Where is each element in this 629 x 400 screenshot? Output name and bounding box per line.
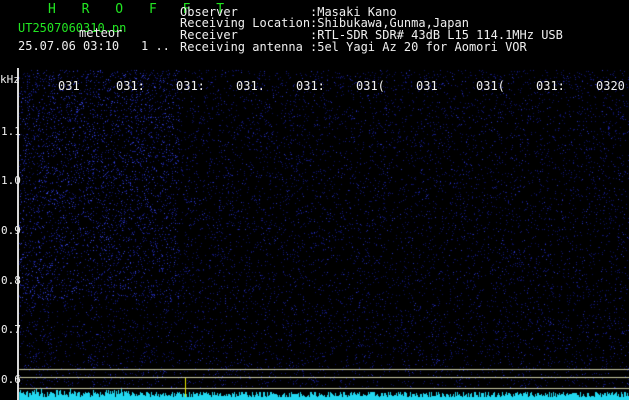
x-tick-7: 031 [416,79,438,93]
y-tick-0.8: 0.8 [1,274,21,287]
antenna-label: Receiving antenna [180,40,303,54]
x-tick-5: 031: [296,79,325,93]
antenna-value: :5el Yagi Az 20 for Aomori VOR [310,40,527,54]
capture-datetime: 25.07.06 03:10 [18,39,120,53]
y-tick-1.1: 1.1 [1,125,21,138]
x-tick-3: 031: [176,79,205,93]
y-tick-0.9: 0.9 [1,224,21,237]
scale-indicator: 1 .. [141,39,170,53]
y-tick-1.0: 1.0 [1,174,21,187]
spectrogram-canvas [0,0,629,400]
x-tick-9: 031: [536,79,565,93]
y-tick-0.7: 0.7 [1,323,21,336]
x-tick-6: 031( [356,79,385,93]
waterfall-viewer: H R O F F T UT2507060310.pn meteor 25.07… [0,0,629,400]
x-tick-8: 031( [476,79,505,93]
x-tick-1: 031 [58,79,80,93]
frequency-unit-label: kHz [0,73,20,86]
x-tick-10: 0320 [596,79,625,93]
x-tick-2: 031: [116,79,145,93]
y-tick-0.6: 0.6 [1,373,21,386]
x-tick-4: 031. [236,79,265,93]
file-tag: meteor [79,26,123,40]
